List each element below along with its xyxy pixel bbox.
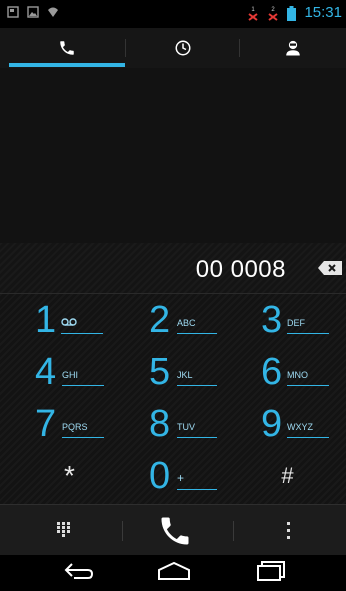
key-digit: 3: [261, 299, 283, 341]
tab-call-log[interactable]: [126, 28, 239, 68]
key-letters: MNO: [287, 370, 308, 380]
dialpad: 1 2 ABC 3 DEF 4 GHI 5 JKL 6 MNO 7 PQRS 8…: [0, 294, 346, 504]
tab-dialer[interactable]: [9, 28, 125, 68]
key-letters: JKL: [177, 370, 193, 380]
key-9[interactable]: 9 WXYZ: [230, 400, 345, 452]
key-letters: PQRS: [62, 422, 88, 432]
key-letters: +: [177, 471, 185, 485]
status-time: 15:31: [304, 4, 342, 21]
clock-icon: [175, 40, 190, 56]
key-underline: [287, 437, 329, 438]
key-underline: [177, 385, 217, 386]
key-5[interactable]: 5 JKL: [115, 348, 230, 400]
key-underline: [177, 437, 217, 438]
phone-icon: [60, 41, 74, 55]
key-1[interactable]: 1: [0, 296, 115, 348]
key-digit: 9: [261, 403, 283, 445]
key-digit: 0: [149, 455, 171, 497]
backspace-icon[interactable]: [318, 261, 342, 275]
key-digit: *: [64, 460, 75, 491]
key-underline: [177, 489, 217, 490]
key-underline: [62, 437, 104, 438]
key-4[interactable]: 4 GHI: [0, 348, 115, 400]
key-star[interactable]: *: [0, 452, 115, 504]
battery-icon: [287, 5, 297, 21]
tab-contacts[interactable]: [240, 28, 346, 68]
recents-icon[interactable]: [256, 561, 286, 581]
dialpad-icon[interactable]: [57, 522, 71, 538]
key-letters: GHI: [62, 370, 79, 380]
key-6[interactable]: 6 MNO: [230, 348, 345, 400]
key-digit: 1: [35, 299, 57, 341]
key-underline: [61, 333, 103, 334]
key-letters: DEF: [287, 318, 305, 328]
back-icon[interactable]: [64, 561, 94, 581]
status-bar: 1 2 15:31: [0, 0, 346, 28]
contacts-icon: [286, 40, 300, 56]
key-digit: 7: [35, 403, 57, 445]
key-2[interactable]: 2 ABC: [115, 296, 230, 348]
action-divider: [233, 521, 234, 541]
svg-text:2: 2: [272, 7, 276, 13]
action-divider: [122, 521, 123, 541]
navigation-bar: [0, 555, 346, 591]
key-letters: ABC: [177, 318, 196, 328]
key-hash[interactable]: #: [230, 452, 345, 504]
key-7[interactable]: 7 PQRS: [0, 400, 115, 452]
key-digit: 4: [35, 351, 57, 393]
voicemail-icon: [61, 318, 77, 326]
wifi-notification-icon: [48, 7, 58, 17]
call-suggestions-area: [0, 68, 346, 243]
svg-text:1: 1: [252, 7, 256, 13]
key-letters: TUV: [177, 422, 195, 432]
dialer-tab-bar: [0, 28, 346, 68]
key-underline: [287, 385, 329, 386]
sim-notification-icon: [7, 6, 19, 18]
key-digit: 6: [261, 351, 283, 393]
selected-tab-indicator: [9, 63, 125, 67]
key-8[interactable]: 8 TUV: [115, 400, 230, 452]
overflow-menu-icon[interactable]: [287, 522, 291, 540]
dialed-number: 00 0008: [195, 256, 286, 283]
key-digit: 8: [149, 403, 171, 445]
home-icon[interactable]: [157, 561, 191, 581]
signal-sim1-no-service-icon: 1: [248, 7, 259, 21]
signal-sim2-no-service-icon: 2: [268, 7, 279, 21]
call-icon[interactable]: [157, 513, 193, 549]
dialed-number-field[interactable]: 00 0008: [0, 243, 346, 294]
key-underline: [177, 333, 217, 334]
key-3[interactable]: 3 DEF: [230, 296, 345, 348]
key-0[interactable]: 0 +: [115, 452, 230, 504]
key-letters: WXYZ: [287, 422, 313, 432]
key-underline: [62, 385, 104, 386]
image-notification-icon: [27, 6, 39, 18]
key-digit: #: [281, 463, 294, 488]
key-digit: 5: [149, 351, 171, 393]
key-underline: [287, 333, 329, 334]
dialer-action-bar: [0, 504, 346, 556]
key-digit: 2: [149, 299, 171, 341]
